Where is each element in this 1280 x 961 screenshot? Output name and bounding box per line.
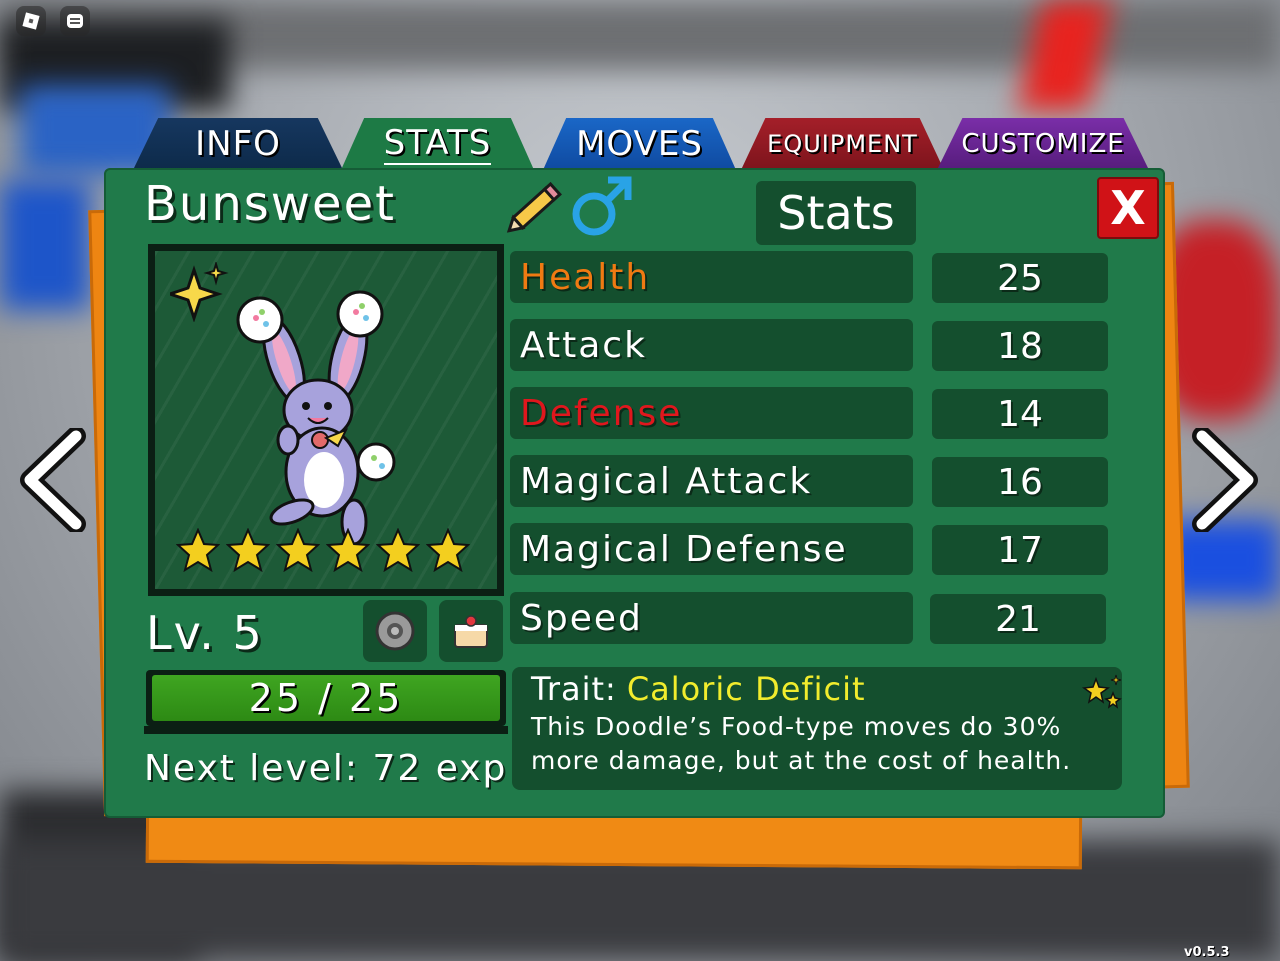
tab-moves[interactable]: MOVES: [543, 118, 736, 170]
version-label: v0.5.3: [1184, 945, 1230, 960]
next-doodle-arrow[interactable]: [1192, 428, 1262, 532]
tab-customize[interactable]: CUSTOMIZE: [937, 118, 1149, 170]
stat-value-magical-attack: 16: [932, 457, 1108, 507]
stat-label-magical-attack: Magical Attack: [510, 455, 913, 507]
sparkle-icon: [170, 262, 229, 322]
stat-label-magical-defense: Magical Defense: [510, 523, 913, 575]
male-icon: [572, 176, 632, 236]
chat-button[interactable]: [60, 6, 90, 36]
cake-icon: [454, 615, 488, 648]
held-item-slot[interactable]: [363, 600, 427, 662]
roblox-logo-icon: [22, 12, 40, 30]
tab-stats[interactable]: STATS: [341, 118, 534, 170]
tab-equipment-label: EQUIPMENT: [767, 130, 918, 158]
panel-title: Stats: [756, 181, 916, 245]
hp-text: 25 / 25: [248, 676, 404, 720]
stat-label-speed: Speed: [510, 592, 913, 644]
doodle-level: Lv. 5: [146, 606, 264, 660]
star-icon: [226, 528, 270, 572]
star-icon: [276, 528, 320, 572]
trait-description: This Doodle’s Food-type moves do 30% mor…: [531, 712, 1072, 775]
stat-label-attack: Attack: [510, 319, 913, 371]
stat-value-health: 25: [932, 253, 1108, 303]
stat-label-health: Health: [510, 251, 913, 303]
background-shape: [0, 180, 90, 310]
stat-value-magical-defense: 17: [932, 525, 1108, 575]
stat-label-defense: Defense: [510, 387, 913, 439]
close-button[interactable]: X: [1097, 177, 1159, 239]
trait-stars-icon: [1081, 674, 1122, 709]
stat-value-defense: 14: [932, 389, 1108, 439]
trait-prefix: Trait:: [531, 670, 617, 708]
bunsweet-sprite: [236, 290, 396, 546]
tab-moves-label: MOVES: [576, 124, 703, 164]
rarity-stars: [176, 528, 476, 578]
next-level-text: Next level: 72 exp: [144, 748, 508, 789]
star-icon: [176, 528, 220, 572]
tab-info[interactable]: INFO: [133, 118, 343, 170]
roblox-menu-button[interactable]: [16, 6, 46, 36]
food-item-slot[interactable]: [439, 600, 503, 662]
trait-name: Caloric Deficit: [626, 670, 866, 708]
exp-bar: [144, 726, 508, 734]
tab-info-label: INFO: [195, 124, 281, 164]
previous-doodle-arrow[interactable]: [16, 428, 86, 532]
tab-equipment[interactable]: EQUIPMENT: [741, 118, 944, 170]
tab-stats-label: STATS: [383, 123, 492, 165]
star-icon: [426, 528, 470, 572]
chat-icon: [67, 14, 83, 28]
stat-value-attack: 18: [932, 321, 1108, 371]
star-icon: [376, 528, 420, 572]
star-icon: [326, 528, 370, 572]
trait-heading: Trait: Caloric Deficit: [531, 670, 866, 708]
disc-icon: [375, 611, 415, 651]
tab-customize-label: CUSTOMIZE: [961, 129, 1125, 159]
stat-value-speed: 21: [930, 594, 1106, 644]
doodle-name: Bunsweet: [144, 176, 396, 232]
pencil-icon[interactable]: [506, 176, 570, 236]
